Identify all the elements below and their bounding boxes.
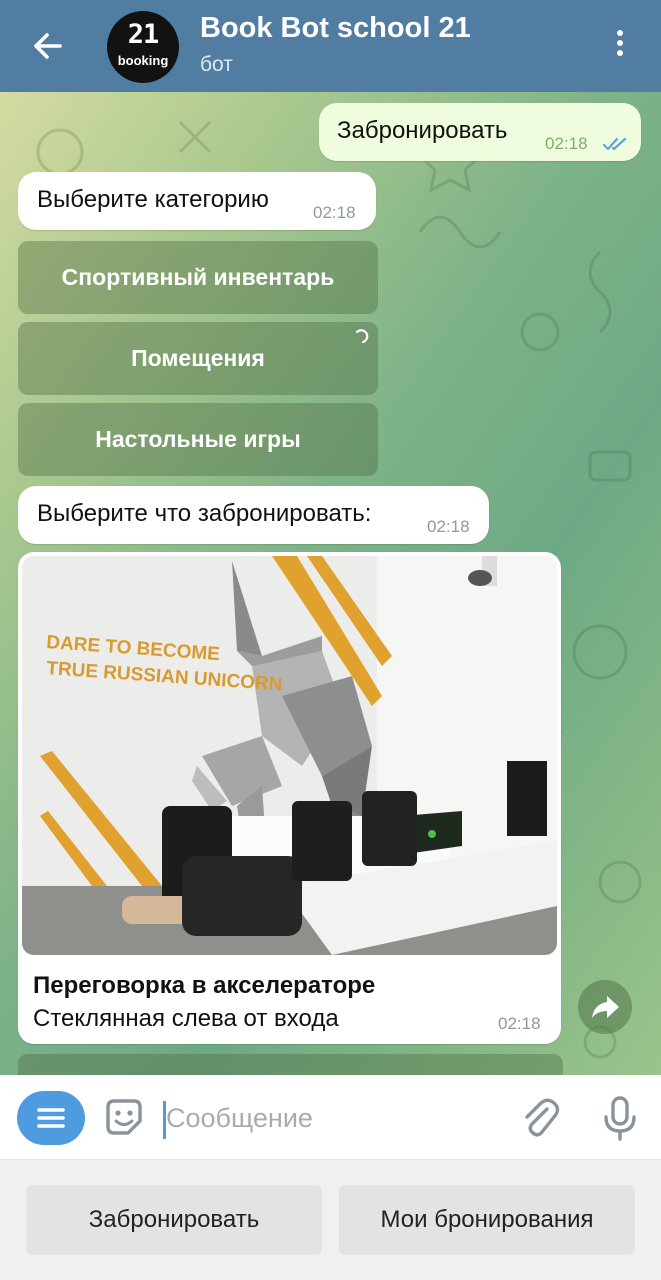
share-forward-icon[interactable] [578, 980, 632, 1034]
message-input-bar [0, 1075, 661, 1159]
room-photo-illustration: DARE TO BECOME TRUE RUSSIAN UNICORN [22, 556, 557, 955]
photo-caption-text: Стеклянная слева от входа [33, 1005, 339, 1032]
reply-button-book[interactable]: Забронировать [26, 1185, 322, 1255]
inline-button-sports-equipment[interactable]: Спортивный инвентарь [18, 241, 378, 314]
message-text: Выберите что забронировать: [37, 500, 372, 527]
room-photo[interactable]: DARE TO BECOME TRUE RUSSIAN UNICORN [22, 556, 557, 955]
message-text: Забронировать [337, 117, 508, 144]
loading-spinner-icon [355, 329, 369, 344]
message-time: 02:18 [498, 1014, 541, 1033]
reply-button-my-bookings[interactable]: Мои бронирования [339, 1185, 635, 1255]
chat-area[interactable]: Забронировать 02:18 Выберите категорию 0… [0, 92, 661, 1075]
menu-lines-icon [37, 1108, 65, 1128]
message-time: 02:18 [427, 517, 470, 536]
partially-visible-inline-button[interactable] [18, 1054, 563, 1075]
inline-button-label: Настольные игры [95, 426, 301, 452]
outgoing-message[interactable]: Забронировать 02:18 [319, 103, 641, 161]
chat-title[interactable]: Book Bot school 21 [200, 12, 471, 45]
inline-button-board-games[interactable]: Настольные игры [18, 403, 378, 476]
sticker-emoji-icon[interactable] [103, 1097, 145, 1139]
inline-button-rooms[interactable]: Помещения [18, 322, 378, 395]
avatar-logo-mark: 21 [127, 19, 160, 50]
chat-subtitle: бот [200, 53, 233, 76]
avatar-logo-label: booking [117, 53, 169, 68]
chat-header: 21 booking Book Bot school 21 бот [0, 0, 661, 92]
reply-button-label: Мои бронирования [380, 1206, 594, 1233]
photo-caption-title: Переговорка в акселераторе [33, 972, 376, 999]
reply-button-label: Забронировать [88, 1206, 260, 1233]
attach-paperclip-icon[interactable] [520, 1097, 560, 1141]
microphone-icon[interactable] [600, 1095, 640, 1143]
more-vertical-icon[interactable] [605, 26, 635, 66]
message-input[interactable] [166, 1096, 496, 1140]
message-time: 02:18 [313, 203, 356, 222]
photo-message[interactable]: DARE TO BECOME TRUE RUSSIAN UNICORN Пере… [18, 552, 561, 1044]
incoming-message[interactable]: Выберите категорию 02:18 [18, 172, 376, 230]
bot-keyboard-toggle-button[interactable] [17, 1091, 85, 1145]
reply-keyboard: Забронировать Мои бронирования [0, 1159, 661, 1280]
back-arrow-icon[interactable] [28, 26, 68, 66]
inline-button-label: Помещения [131, 345, 265, 371]
message-text: Выберите категорию [37, 186, 269, 213]
incoming-message[interactable]: Выберите что забронировать: 02:18 [18, 486, 489, 544]
bot-avatar[interactable]: 21 booking [107, 11, 179, 83]
double-check-icon [602, 137, 627, 151]
message-time: 02:18 [545, 134, 588, 153]
inline-button-label: Спортивный инвентарь [61, 264, 335, 290]
